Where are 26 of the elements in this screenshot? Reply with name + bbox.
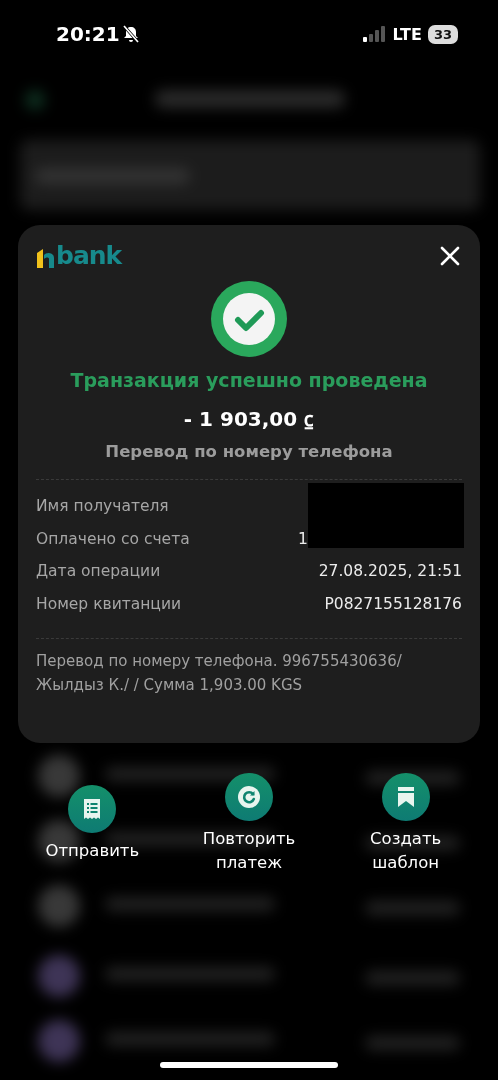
detail-value: 1 xyxy=(298,529,308,548)
status-time: 20:21 xyxy=(56,22,120,46)
action-button[interactable]: Создать шаблон xyxy=(345,773,466,875)
detail-label: Дата операции xyxy=(36,562,161,581)
detail-value: 27.08.2025, 21:51 xyxy=(318,562,462,581)
amount: - 1 903,00 ⃀ xyxy=(183,406,315,432)
bell-muted-icon xyxy=(121,25,140,43)
network-label: LTE xyxy=(392,24,422,44)
logo-mark-icon xyxy=(36,247,56,269)
detail-label: Оплачено со счета xyxy=(36,529,190,548)
transfer-type: Перевод по номеру телефона xyxy=(105,442,393,461)
close-button[interactable] xyxy=(438,244,462,268)
action-button[interactable]: Отправить xyxy=(45,785,140,875)
signal-icon xyxy=(362,26,387,42)
success-check-icon xyxy=(211,281,287,357)
repeat-icon xyxy=(237,785,261,809)
status-title: Транзакция успешно проведена xyxy=(70,369,428,391)
bookmark-icon xyxy=(395,785,416,809)
logo-text: bank xyxy=(56,243,122,269)
payment-note: Перевод по номеру телефона. 996755430636/ Жылдыз К./ / Сумма 1,903.00 KGS xyxy=(36,651,403,696)
receipt-icon xyxy=(82,798,103,820)
detail-label: Номер квитанции xyxy=(36,594,182,613)
action-button[interactable]: Повторить платеж xyxy=(189,773,309,875)
detail-label: Имя получателя xyxy=(36,497,169,516)
detail-value: P0827155128176 xyxy=(324,594,462,613)
battery-indicator: 33 xyxy=(427,24,458,44)
